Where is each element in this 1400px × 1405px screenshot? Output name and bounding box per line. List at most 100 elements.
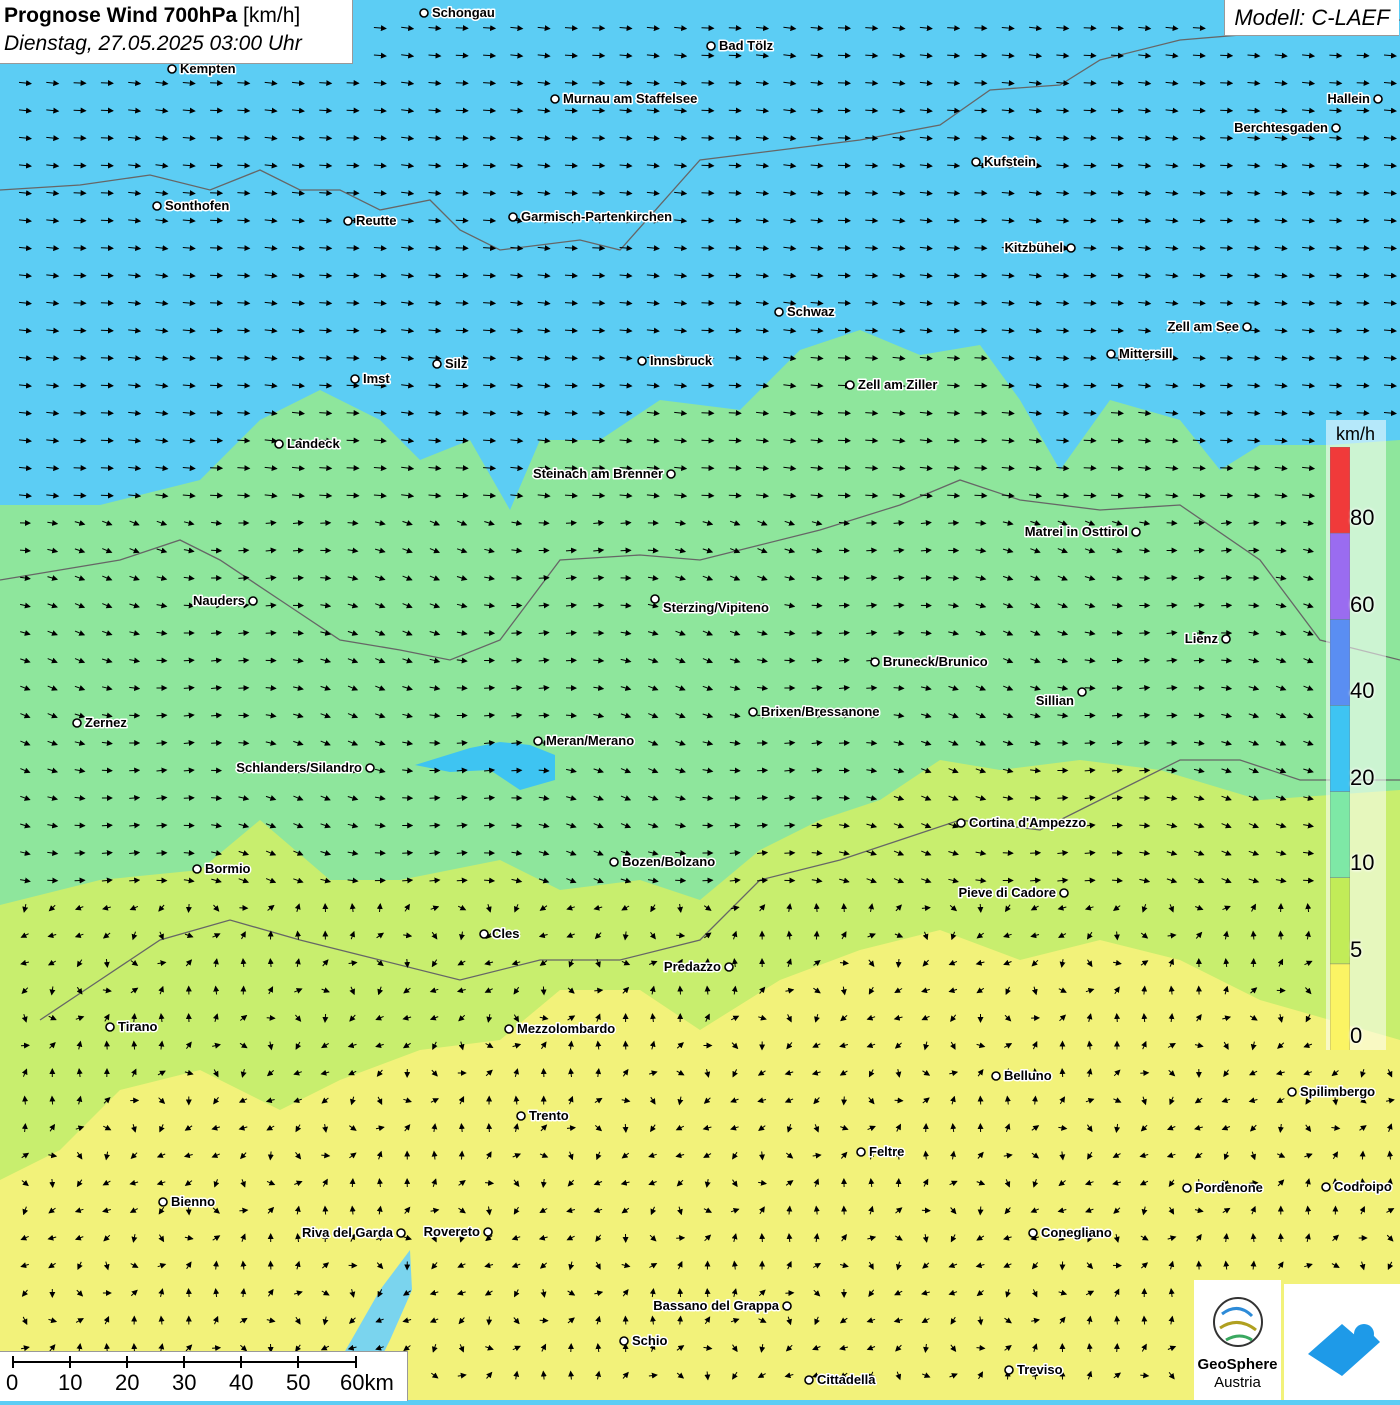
city-label: Innsbruck [650,353,713,368]
city-label: Matrei in Osttirol [1025,524,1128,539]
wind-arrow [702,220,714,221]
wind-arrow [74,138,86,139]
legend-tick-label: 5 [1350,937,1362,963]
wind-arrow [456,385,468,386]
wind-arrow [680,987,681,995]
wind-arrow [347,83,359,84]
wind-arrow [975,220,987,221]
city-dot [1374,95,1382,103]
wind-arrow [1220,385,1232,386]
wind-arrow [1220,193,1232,194]
wind-arrow [975,385,987,386]
wind-arrow [729,165,741,166]
wind-arrow [702,165,714,166]
city-dot [551,95,559,103]
wind-arrow [352,1179,353,1187]
city-dot [857,1148,865,1156]
city-dot [1005,1366,1013,1374]
title-box: Prognose Wind 700hPa [km/h] Dienstag, 27… [0,0,353,64]
wind-arrow [1357,413,1369,414]
city-label: Sonthofen [165,198,229,213]
wind-map: SchongauBad TölzKemptenMurnau am Staffel… [0,0,1400,1400]
wind-arrow [975,138,987,139]
wind-arrow [1167,523,1177,524]
scale-tick-label: 30 [172,1370,196,1396]
wind-arrow [1167,578,1177,579]
city-dot [1060,889,1068,897]
city-label: Lienz [1185,631,1219,646]
legend-unit: km/h [1336,424,1375,445]
wind-arrow [1084,385,1096,386]
wind-arrow [702,193,714,194]
city-label: Pieve di Cadore [958,885,1056,900]
wind-arrow [1220,413,1232,414]
wind-arrow [74,110,86,111]
wind-arrow [1117,1014,1118,1022]
wind-arrow [729,28,741,29]
wind-arrow [729,220,741,221]
city-dot [249,597,257,605]
city-dot [1222,635,1230,643]
wind-arrow [74,248,86,249]
wind-arrow [210,495,222,496]
wind-arrow [347,495,359,496]
wind-arrow [210,275,222,276]
wind-arrow [838,440,850,441]
wind-arrow [975,358,987,359]
wind-arrow [210,358,222,359]
wind-arrow [347,385,359,386]
wind-arrow [456,495,468,496]
wind-arrow [347,138,359,139]
wind-arrow [838,468,850,469]
wind-arrow [729,303,741,304]
city-dot [275,440,283,448]
wind-arrow [702,275,714,276]
city-label: Kufstein [984,154,1036,169]
wind-arrow [703,880,713,881]
logo-sub: Austria [1194,1374,1281,1391]
wind-arrow [1220,55,1232,56]
city-label: Bozen/Bolzano [622,854,715,869]
wind-arrow [189,1289,190,1297]
wind-arrow [729,55,741,56]
wind-arrow [844,1097,845,1105]
city-label: Trento [529,1108,569,1123]
wind-arrow [543,987,544,995]
city-dot [480,930,488,938]
city-label: Zell am Ziller [858,377,937,392]
wind-arrow [1357,220,1369,221]
wind-arrow [102,825,112,826]
city-dot [366,764,374,772]
wind-arrow [210,110,222,111]
wind-arrow [539,578,549,579]
city-label: Mezzolombardo [517,1021,615,1036]
wind-arrow [210,303,222,304]
wind-arrow [592,385,604,386]
wind-arrow [1220,358,1232,359]
wind-arrow [975,248,987,249]
city-dot [153,202,161,210]
city-dot [397,1229,405,1237]
legend-swatch [1330,878,1350,965]
wind-arrow [1220,110,1232,111]
wind-arrow [189,904,190,912]
city-label: Schlanders/Silandro [236,760,362,775]
wind-arrow [730,770,740,771]
scale-tick-label: 10 [58,1370,82,1396]
scale-tick-label: 0 [6,1370,18,1396]
wind-arrow [975,110,987,111]
city-dot [667,470,675,478]
wind-arrow [838,275,850,276]
wind-arrow [838,28,850,29]
city-dot [707,42,715,50]
wind-arrow [838,138,850,139]
wind-arrow [74,413,86,414]
wind-arrow [456,28,468,29]
wind-arrow [592,138,604,139]
city-label: Pordenone [1195,1180,1263,1195]
wind-arrow [101,440,113,441]
wind-arrow [592,413,604,414]
city-label: Conegliano [1041,1225,1112,1240]
wind-arrow [975,55,987,56]
wind-arrow [456,330,468,331]
